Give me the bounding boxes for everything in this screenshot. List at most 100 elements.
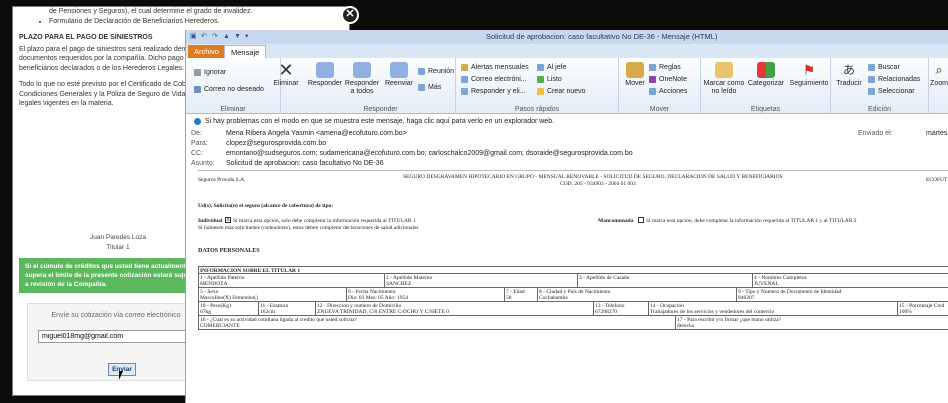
field-ciudad-nacimiento: 8 - Ciudad y País de Nacimiento Cochabamb…: [537, 287, 737, 302]
individual-checkbox[interactable]: X: [225, 217, 231, 223]
rules-icon: [649, 63, 656, 71]
meeting-icon: [418, 67, 425, 75]
form-code: COD. 205 - 934903 - 2004 01 003: [560, 181, 636, 187]
binoculars-icon: [868, 63, 875, 71]
reply-delete-icon: [461, 87, 468, 95]
quickstep-alertas[interactable]: Alertas mensuales: [461, 63, 529, 72]
group-pasos-rapidos: Alertas mensuales Correo electróni... Re…: [456, 58, 619, 114]
categorize-button[interactable]: Categorizar: [745, 62, 787, 88]
individual-label: Individual: [198, 218, 223, 224]
group-etiquetas: Marcar como no leído Categorizar ⚑ Seguim…: [701, 58, 831, 114]
check-icon: [537, 75, 544, 83]
from-value[interactable]: Mena Ribera Angela Yasmin <amena@ecofutu…: [226, 129, 407, 139]
select-button[interactable]: Seleccionar: [868, 87, 915, 96]
personal-data-heading: DATOS PERSONALES: [198, 248, 260, 254]
field-direccion: 12 - Direccion y numero de Domicilio ZNUE…: [315, 301, 594, 316]
actions-button[interactable]: Acciones: [649, 87, 687, 96]
sent-label: Enviado el:: [858, 130, 893, 137]
to-row: Para: clopez@segurosprovida.com.bo: [191, 139, 327, 149]
ignore-icon: [194, 68, 201, 76]
quickstep-correo[interactable]: Correo electróni...: [461, 75, 527, 84]
quickstep-listo[interactable]: Listo: [537, 75, 562, 84]
credit-alert: Si el cúmulo de créditos que usted tiene…: [19, 258, 199, 293]
field-porcentaje: 15 - Porcentaje Cred 100%: [897, 301, 948, 316]
forward-button[interactable]: Reenviar: [381, 62, 417, 88]
onenote-button[interactable]: OneNote: [649, 75, 687, 84]
junk-button[interactable]: Correo no deseado: [194, 85, 264, 94]
quickstep-al-jefe[interactable]: Al jefe: [537, 63, 566, 72]
more-icon: [418, 83, 425, 91]
group-label: Responder: [363, 106, 398, 113]
delete-button[interactable]: ✕ Eliminar: [270, 61, 302, 88]
find-button[interactable]: Buscar: [868, 63, 900, 72]
mancomunada-text: Si marca esta opción, debe completar la …: [646, 218, 857, 224]
move-button[interactable]: Mover: [621, 62, 649, 88]
message-headers: De: Mena Ribera Angela Yasmin <amena@ecof…: [186, 128, 948, 170]
close-icon[interactable]: ✕: [341, 6, 359, 24]
field-telefono: 13 - Telefono 67288270: [593, 301, 649, 316]
list-item: Formulario de Declaración de Beneficiari…: [49, 17, 349, 27]
email-panel: Envíe su cotización vía correo electróni…: [27, 303, 203, 381]
window-title: Solicitud de aprobacion: caso facultativ…: [486, 32, 718, 41]
lightning-icon: [537, 87, 544, 95]
field-sexo: 5 - Sexo Masculino(X) Femenino(): [198, 287, 347, 302]
group-edicion: あ Traducir Buscar Relacionadas Selecciona…: [831, 58, 929, 114]
rules-button[interactable]: Reglas: [649, 63, 681, 72]
group-mover: Mover Reglas OneNote Acciones Mover: [619, 58, 701, 114]
folder-icon: [461, 63, 468, 71]
magnifier-icon: ⌕: [935, 62, 943, 77]
reply-icon: [316, 62, 334, 78]
mancomunada-checkbox[interactable]: [638, 217, 644, 223]
group-label: Etiquetas: [750, 106, 781, 113]
ignore-button[interactable]: Ignorar: [194, 68, 226, 77]
up-arrow-icon[interactable]: ▲: [223, 32, 231, 41]
message-body: Seguros Provida S.A. SEGURO DESGRAVAMEN …: [198, 170, 948, 403]
reply-button[interactable]: Responder: [306, 62, 344, 88]
sent-value: martes: [926, 130, 948, 137]
forward-icon: [537, 63, 544, 71]
down-arrow-icon[interactable]: ▼: [234, 32, 242, 41]
company-name: Seguros Provida S.A.: [198, 177, 246, 183]
reply-all-button[interactable]: Responder a todos: [343, 62, 381, 96]
folder-move-icon: [626, 62, 644, 78]
actions-icon: [649, 87, 656, 95]
translate-button[interactable]: あ Traducir: [831, 62, 867, 88]
related-button[interactable]: Relacionadas: [868, 75, 920, 84]
redo-icon[interactable]: ↷: [212, 32, 220, 41]
ecofuturo-logo-text: ECOFUT: [926, 177, 948, 183]
info-bar[interactable]: Si hay problemas con el modo en que se m…: [186, 115, 948, 128]
save-icon[interactable]: ▣: [190, 32, 198, 41]
field-peso: 10 - Peso(Kg) 67kg: [198, 301, 259, 316]
cc-value[interactable]: emontano@sudseguros.com; sudamericana@ec…: [226, 149, 633, 159]
envelope-icon: [715, 62, 733, 78]
categories-icon: [757, 62, 775, 78]
group-label: Mover: [649, 106, 670, 113]
tab-archivo[interactable]: Archivo: [188, 45, 226, 58]
cc-row: CC: emontano@sudseguros.com; sudamericana…: [191, 149, 633, 159]
mancomunada-label: Mancomunada: [598, 218, 634, 224]
field-apellido-casada: 3 - Apellido de Casada: [577, 273, 753, 288]
onenote-icon: [649, 75, 656, 83]
form-title: SEGURO DESGRAVAMEN HIPOTECARIO EN GRUPO …: [403, 174, 783, 180]
more-button[interactable]: Más: [418, 83, 441, 92]
customize-icon[interactable]: ▾: [245, 32, 253, 41]
field-actividad: 16 - ¿Cual es su actividad cotidiana lig…: [198, 315, 676, 330]
quickstep-crear-nuevo[interactable]: Crear nuevo: [537, 87, 586, 96]
email-label: Envíe su cotización vía correo electróni…: [51, 312, 181, 319]
mail-icon: [461, 75, 468, 83]
meeting-button[interactable]: Reunión: [418, 67, 454, 76]
undo-icon[interactable]: ↶: [201, 32, 209, 41]
group-label: Edición: [868, 106, 891, 113]
subject-value: Solicitud de aprobacion: caso facultativ…: [226, 160, 384, 167]
zoom-button[interactable]: ⌕ Zoom: [929, 62, 948, 88]
email-field[interactable]: [38, 330, 188, 343]
field-apellido-materno: 2 - Apellido Materno SANCHEZ: [384, 273, 578, 288]
follow-up-button[interactable]: ⚑ Seguimiento: [787, 62, 831, 88]
quickstep-responder-eli[interactable]: Responder y eli...: [461, 87, 525, 96]
mark-unread-button[interactable]: Marcar como no leído: [701, 62, 747, 96]
ribbon: Ignorar Correo no deseado ✕ Eliminar Elim…: [186, 58, 948, 114]
info-icon: [194, 117, 201, 125]
title-bar: ▣ ↶ ↷ ▲ ▼ ▾ Solicitud de aprobacion: cas…: [186, 30, 948, 44]
to-value[interactable]: clopez@segurosprovida.com.bo: [226, 139, 326, 149]
tab-mensaje[interactable]: Mensaje: [224, 45, 267, 58]
